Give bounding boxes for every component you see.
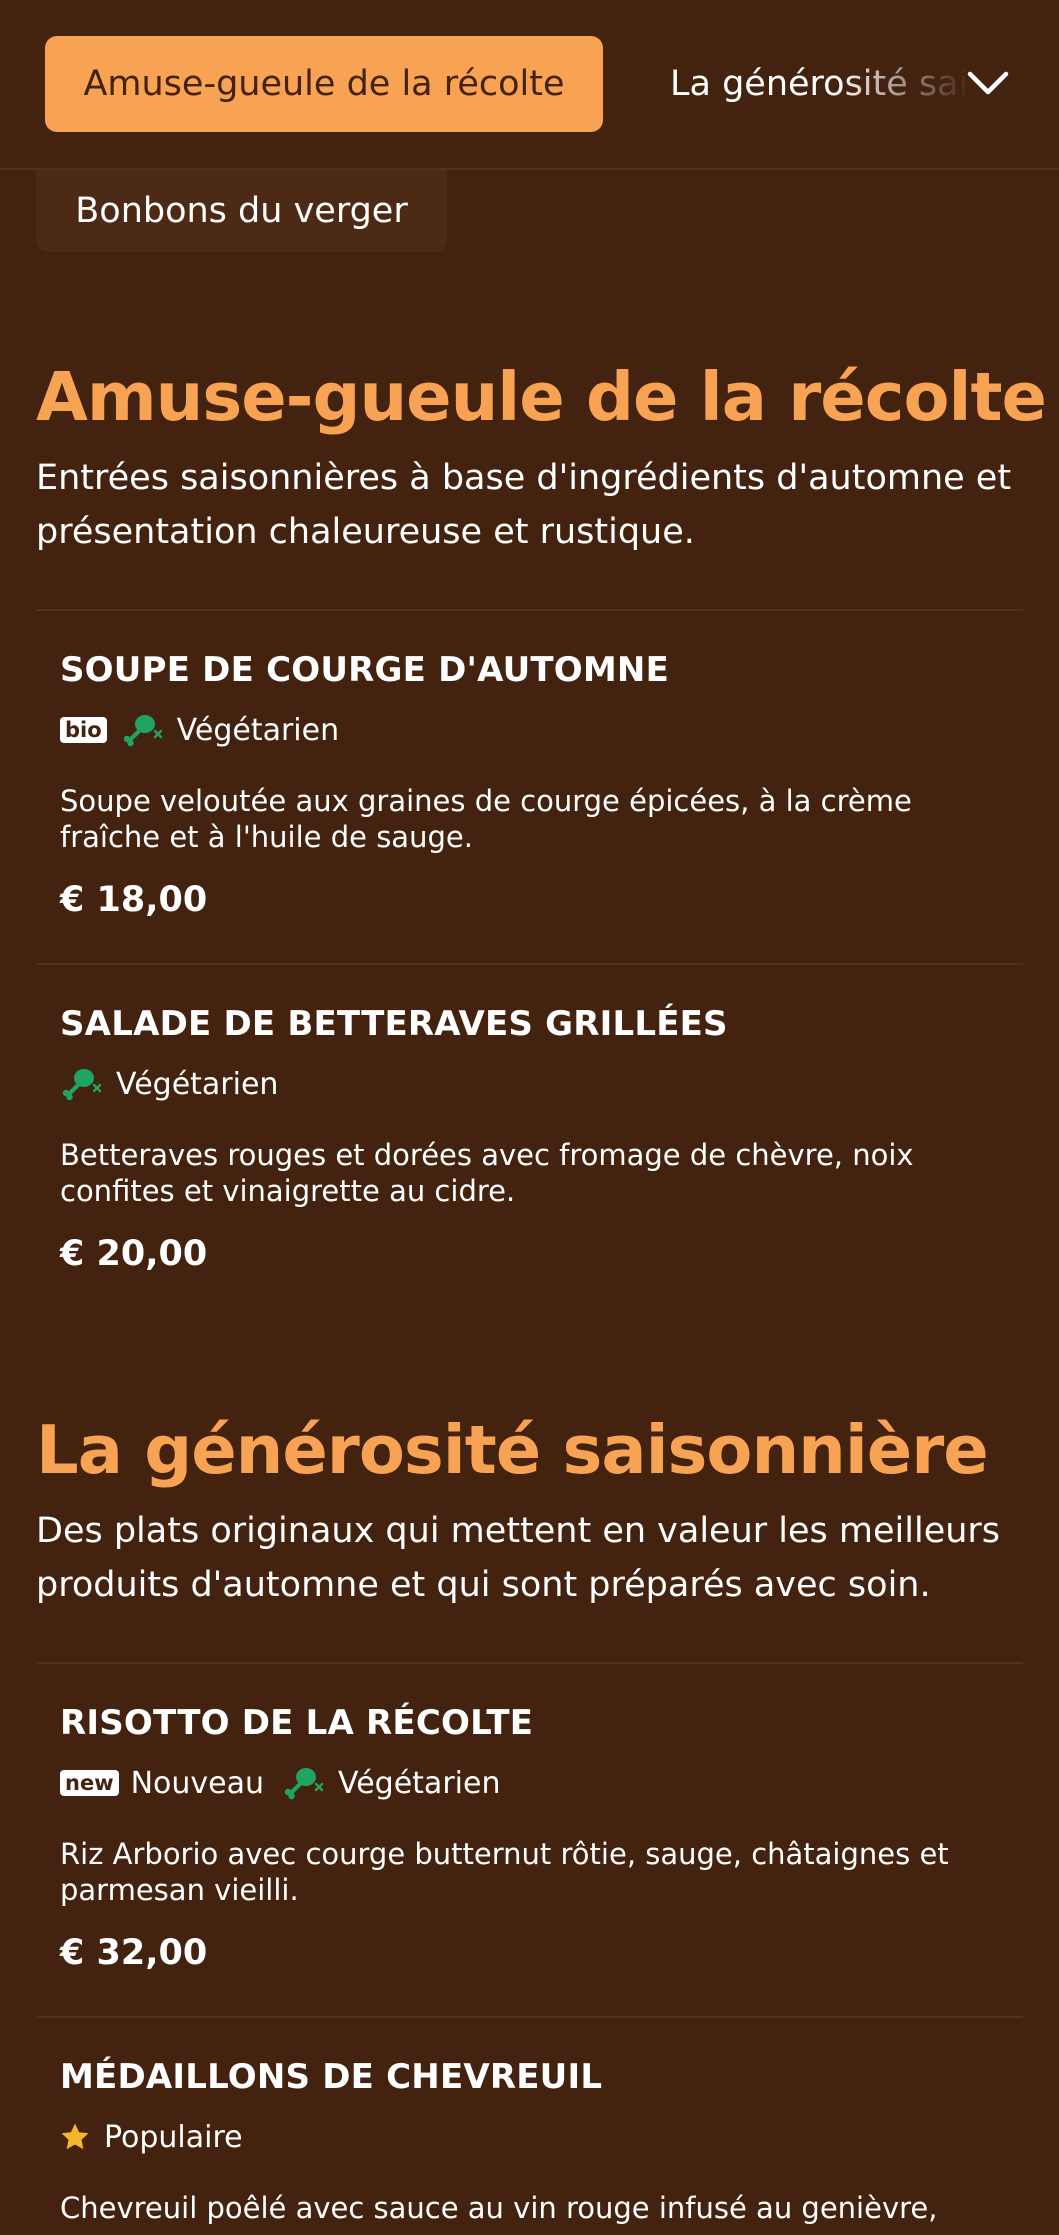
- new-badge: new: [60, 1770, 119, 1796]
- category-nav: Amuse-gueule de la récolte La générosité…: [0, 0, 1059, 170]
- menu-item-tags: Végétarien: [60, 1064, 296, 1104]
- vegetarian-tag: Végétarien: [116, 1066, 279, 1102]
- menu-item-name[interactable]: MÉDAILLONS DE CHEVREUIL: [60, 2057, 602, 2097]
- tab-bonbons-du-verger[interactable]: Bonbons du verger: [36, 170, 447, 252]
- section-description: Entrées saisonnières à base d'ingrédient…: [36, 458, 1012, 552]
- divider: [36, 609, 1023, 611]
- menu-item-name[interactable]: SALADE DE BETTERAVES GRILLÉES: [60, 1004, 728, 1044]
- bio-badge: bio: [60, 717, 107, 743]
- section-description: Des plats originaux qui mettent en valeu…: [36, 1511, 1001, 1605]
- menu-item-description: Chevreuil poêlé avec sauce au vin rouge …: [60, 2191, 938, 2225]
- meat-crossed-icon: [62, 1069, 102, 1101]
- divider: [36, 963, 1023, 965]
- menu-item-tags: new Nouveau Végétarien: [60, 1763, 518, 1803]
- menu-item-tags: Populaire: [60, 2117, 261, 2157]
- menu-item-price: € 20,00: [60, 1234, 208, 1274]
- menu-item-price: € 18,00: [60, 880, 208, 920]
- menu-item-price: € 32,00: [60, 1933, 208, 1973]
- meat-crossed-icon: [123, 715, 162, 747]
- star-icon: [61, 2123, 89, 2150]
- menu-item-name[interactable]: SOUPE DE COURGE D'AUTOMNE: [60, 650, 669, 690]
- tab-amuse-gueule[interactable]: Amuse-gueule de la récolte: [45, 36, 603, 132]
- divider: [36, 2016, 1023, 2018]
- vegetarian-tag: Végétarien: [338, 1765, 501, 1801]
- chevron-down-icon[interactable]: [962, 58, 1014, 110]
- menu-item-description: Soupe veloutée aux graines de courge épi…: [60, 784, 912, 854]
- section-title: Amuse-gueule de la récolte: [36, 358, 1047, 436]
- divider: [36, 1662, 1023, 1664]
- section-title: La générosité saisonnière: [36, 1411, 989, 1489]
- menu-item-description: Riz Arborio avec courge butternut rôtie,…: [60, 1837, 949, 1907]
- meat-crossed-icon: [284, 1768, 324, 1800]
- popular-tag: Populaire: [104, 2119, 243, 2155]
- vegetarian-tag: Végétarien: [176, 712, 340, 748]
- menu-item-description: Betteraves rouges et dorées avec fromage…: [60, 1138, 914, 1208]
- new-tag: Nouveau: [130, 1765, 265, 1801]
- menu-item-tags: bio Végétarien: [60, 710, 357, 750]
- menu-item-name[interactable]: RISOTTO DE LA RÉCOLTE: [60, 1703, 533, 1743]
- tab-generosite[interactable]: La générosité saisonnière: [670, 36, 970, 132]
